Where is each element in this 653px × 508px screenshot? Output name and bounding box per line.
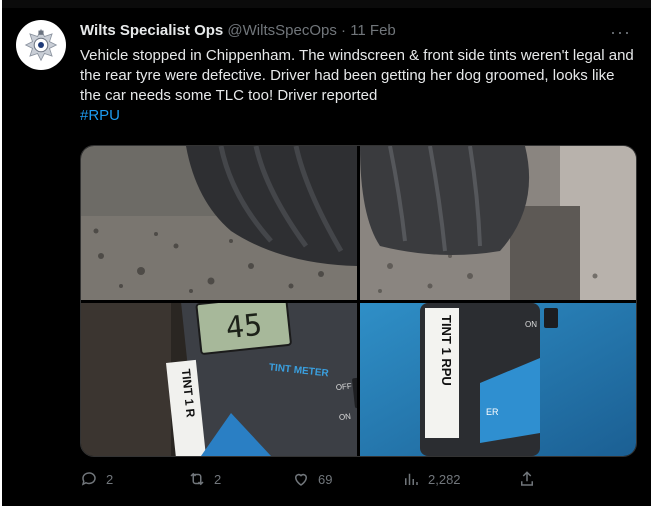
tweet-date[interactable]: 11 Feb [350,22,396,39]
share-icon [521,471,533,486]
hashtag-link[interactable]: #RPU [80,107,120,124]
share-button[interactable] [518,470,536,488]
tweet-header: Wilts Specialist Ops @WiltsSpecOps · 11 … [80,22,396,39]
avatar[interactable] [16,20,66,70]
sticker-text-2: TINT 1 RPU [439,315,454,386]
separator-dot: · [341,22,347,39]
photo-tyre-left[interactable] [81,146,357,300]
meter-reading: 45 [224,308,264,347]
display-name[interactable]: Wilts Specialist Ops [80,22,223,39]
photo-tyre-right[interactable] [360,146,636,300]
views-button[interactable]: 2,282 [402,470,461,488]
tweet[interactable]: Wilts Specialist Ops @WiltsSpecOps · 11 … [6,8,647,504]
photo-tint-device[interactable]: ON ER TINT 1 RPU [360,303,636,456]
police-badge-icon [24,28,58,62]
like-count: 69 [318,471,333,487]
repost-icon [190,472,204,486]
reply-count: 2 [106,471,114,487]
like-button[interactable]: 69 [292,470,332,488]
media-grid: 45 TINT METER OFF ON TINT 1 R ON ER TINT… [80,145,637,457]
repost-button[interactable]: 2 [188,470,221,488]
meter-off-label: OFF [335,382,352,393]
repost-count: 2 [214,471,222,487]
heart-icon [294,473,308,486]
more-options-button[interactable]: ··· [610,22,631,43]
tweet-text: Vehicle stopped in Chippenham. The winds… [80,46,635,126]
device-partial-label: ER [486,407,499,417]
photo-tint-meter[interactable]: 45 TINT METER OFF ON TINT 1 R [81,303,357,456]
reply-button[interactable]: 2 [80,470,113,488]
device-on-label: ON [525,320,537,329]
bar-chart-icon [405,473,418,485]
reply-icon [81,472,96,486]
tweet-actions: 2 2 69 2,282 [80,470,635,492]
tweet-body: Vehicle stopped in Chippenham. The winds… [80,47,634,104]
view-count: 2,282 [428,471,461,487]
user-handle[interactable]: @WiltsSpecOps [227,22,336,39]
meter-on-label: ON [338,412,351,422]
